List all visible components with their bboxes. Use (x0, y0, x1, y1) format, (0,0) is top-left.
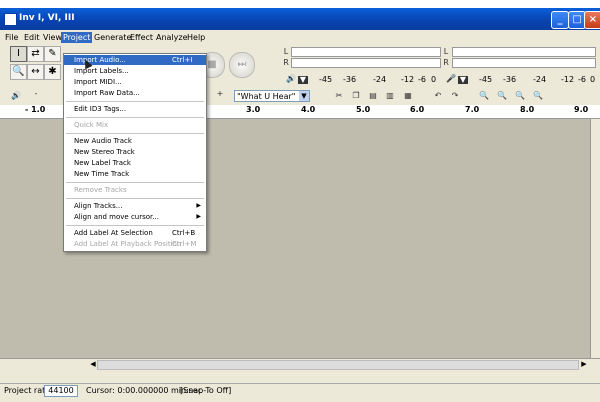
menu-quick-mix: Quick Mix (74, 121, 109, 129)
volume-minus: - (34, 89, 38, 98)
meter-rec-r-label: R (443, 58, 449, 67)
input-source-value: "What U Hear" (237, 92, 296, 101)
menu-new-time-track[interactable]: New Time Track (64, 169, 206, 179)
microphone-icon[interactable]: 🎤 (445, 73, 457, 85)
scroll-thumb[interactable] (97, 360, 579, 370)
fit-project-icon[interactable]: 🔍 (532, 90, 544, 102)
copy-icon[interactable]: ❐ (350, 90, 362, 102)
draw-tool[interactable]: ✎ (44, 46, 61, 62)
play-meter-l (291, 47, 441, 57)
multi-tool[interactable]: ✱ (44, 64, 61, 80)
silence-icon[interactable]: ▦ (402, 90, 414, 102)
menu-new-audio-track[interactable]: New Audio Track (64, 136, 206, 146)
title-bar: Inv I, VI, III _ □ × (0, 8, 600, 30)
zoom-in-icon[interactable]: 🔍 (478, 90, 490, 102)
menu-import-midi[interactable]: Import MIDI... (64, 77, 206, 87)
menu-add-label-selection[interactable]: Add Label At Selection Ctrl+B (64, 228, 206, 238)
menu-separator (66, 225, 204, 226)
ruler-tick: 5.0 (356, 105, 371, 114)
menu-file[interactable]: File (3, 32, 20, 43)
vertical-scrollbar[interactable] (590, 119, 600, 359)
ruler-tick: 7.0 (465, 105, 480, 114)
speaker-icon[interactable]: 🔊 (285, 73, 297, 85)
redo-icon[interactable]: ↷ (449, 90, 461, 102)
submenu-arrow-icon: ▶ (196, 202, 201, 209)
submenu-arrow-icon: ▶ (196, 213, 201, 220)
input-source-select[interactable]: "What U Hear" ▼ (234, 90, 310, 102)
scroll-right-icon[interactable]: ▶ (579, 359, 589, 369)
menu-align-move-cursor[interactable]: Align and move cursor... ▶ (64, 212, 206, 222)
ruler-tick: 3.0 (246, 105, 261, 114)
timeshift-tool[interactable]: ↔ (27, 64, 44, 80)
menu-separator (66, 133, 204, 134)
ruler-tick: 8.0 (520, 105, 535, 114)
menu-edit[interactable]: Edit (22, 32, 42, 43)
trim-icon[interactable]: ▥ (384, 90, 396, 102)
window-title: Inv I, VI, III (19, 13, 75, 23)
project-menu-dropdown: Import Audio... Ctrl+I Import Labels... I… (63, 53, 207, 252)
menu-remove-tracks: Remove Tracks (74, 186, 127, 194)
zoom-out-icon[interactable]: 🔍 (496, 90, 508, 102)
menu-effect[interactable]: Effect (128, 32, 155, 43)
chevron-down-icon: ▼ (299, 91, 309, 101)
app-window: Inv I, VI, III _ □ × File Edit View Proj… (0, 8, 600, 402)
ruler-tick: - 1.0 (25, 105, 46, 114)
rec-meter-l (452, 47, 596, 57)
minimize-button[interactable]: _ (551, 11, 569, 29)
menu-new-label-track[interactable]: New Label Track (64, 158, 206, 168)
paste-icon[interactable]: ▤ (367, 90, 379, 102)
ruler-tick: 9.0 (574, 105, 589, 114)
snap-status: [Snap-To Off] (180, 386, 232, 395)
menu-project[interactable]: Project (61, 32, 93, 43)
mic-gain-plus: + (216, 89, 224, 98)
rec-meter-r (452, 58, 596, 68)
menu-add-label-playback: Add Label At Playback Position Ctrl+M (74, 240, 197, 248)
app-icon (4, 13, 17, 26)
menu-separator (66, 182, 204, 183)
menu-bar: File Edit View Project Generate Effect A… (0, 30, 600, 44)
ruler-tick: 4.0 (301, 105, 316, 114)
project-rate-input[interactable]: 44100 (44, 385, 78, 397)
volume-icon: 🔊 (11, 91, 21, 100)
menu-edit-id3[interactable]: Edit ID3 Tags... (64, 104, 206, 114)
close-button[interactable]: × (584, 11, 600, 29)
menu-separator (66, 117, 204, 118)
menu-new-stereo-track[interactable]: New Stereo Track (64, 147, 206, 157)
menu-import-raw[interactable]: Import Raw Data... (64, 88, 206, 98)
cut-icon[interactable]: ✂ (333, 90, 345, 102)
menu-separator (66, 198, 204, 199)
menu-align-tracks[interactable]: Align Tracks... ▶ (64, 201, 206, 211)
envelope-tool[interactable]: ⇄ (27, 46, 44, 62)
ruler-tick: 6.0 (410, 105, 425, 114)
undo-icon[interactable]: ↶ (432, 90, 444, 102)
fit-selection-icon[interactable]: 🔍 (514, 90, 526, 102)
play-meter-r (291, 58, 441, 68)
selection-tool[interactable]: I (10, 46, 27, 62)
status-bar: Project rate: 44100 Cursor: 0:00.000000 … (0, 383, 600, 397)
menu-separator (66, 101, 204, 102)
zoom-tool[interactable]: 🔍 (10, 64, 27, 80)
play-meter-menu-arrow-icon[interactable]: ▼ (298, 76, 308, 84)
menu-help[interactable]: Help (185, 32, 207, 43)
skip-end-button[interactable]: ⏭ (229, 52, 255, 78)
horizontal-scrollbar[interactable]: ◀ ▶ (0, 358, 600, 370)
rec-meter-menu-arrow-icon[interactable]: ▼ (458, 76, 468, 84)
